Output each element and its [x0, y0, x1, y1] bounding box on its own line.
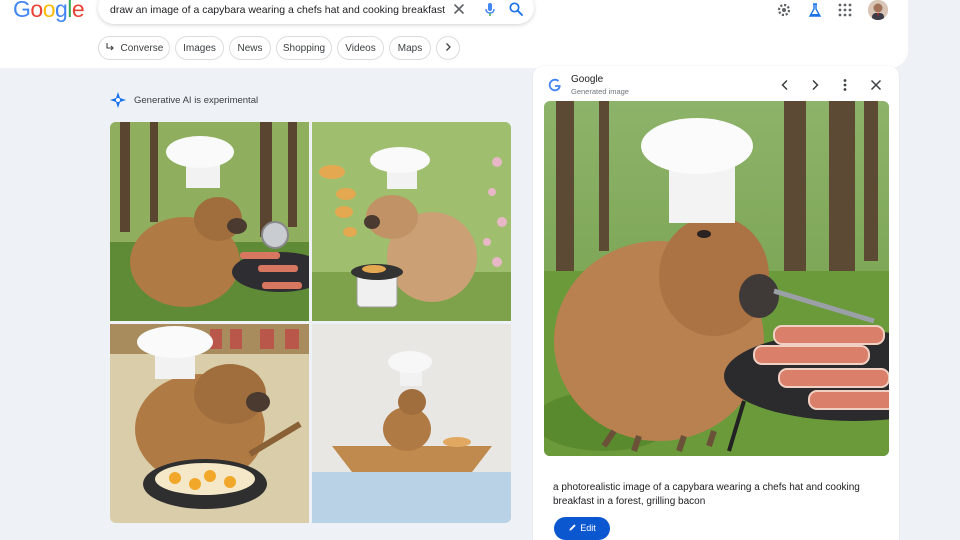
panel-subtitle: Generated image — [571, 87, 629, 96]
edit-button[interactable]: Edit — [554, 517, 610, 540]
chip-images[interactable]: Images — [175, 36, 224, 60]
chip-label: Maps — [397, 43, 423, 54]
microphone-icon[interactable] — [482, 1, 498, 17]
pencil-icon — [569, 524, 576, 531]
google-logo[interactable]: Google — [13, 0, 85, 23]
chip-label: Converse — [120, 43, 164, 54]
image-detail-panel: Google Generated image a photorealistic … — [533, 66, 899, 540]
previous-image-button[interactable] — [778, 78, 792, 92]
more-options-icon[interactable] — [838, 78, 852, 92]
settings-gear-icon[interactable] — [776, 2, 792, 18]
notice-text: Generative AI is experimental — [134, 95, 259, 106]
search-input[interactable]: draw an image of a capybara wearing a ch… — [110, 4, 445, 16]
chip-label: Videos — [345, 43, 376, 54]
chip-maps[interactable]: Maps — [389, 36, 431, 60]
chip-shopping[interactable]: Shopping — [276, 36, 332, 60]
chip-label: News — [237, 43, 263, 54]
labs-flask-icon[interactable] — [807, 2, 823, 18]
chip-label: Images — [183, 43, 216, 54]
chip-news[interactable]: News — [229, 36, 271, 60]
generated-images-grid — [110, 122, 511, 523]
chip-converse[interactable]: Converse — [98, 36, 170, 60]
gemini-sparkle-icon — [110, 92, 126, 108]
converse-arrow-icon — [106, 43, 114, 51]
next-image-button[interactable] — [808, 78, 822, 92]
image-tile-capybara-frying-eggs[interactable] — [110, 324, 309, 523]
close-icon[interactable] — [869, 78, 883, 92]
chip-videos[interactable]: Videos — [337, 36, 384, 60]
chevron-right-icon — [446, 43, 451, 51]
user-avatar[interactable] — [868, 0, 888, 20]
edit-button-label: Edit — [580, 523, 596, 533]
search-box[interactable]: draw an image of a capybara wearing a ch… — [98, 0, 534, 24]
image-tile-capybara-pancakes[interactable] — [312, 122, 511, 321]
clear-icon[interactable] — [451, 1, 467, 17]
google-g-icon — [548, 78, 561, 92]
search-icon[interactable] — [508, 1, 524, 17]
panel-source-title: Google — [571, 74, 604, 85]
selected-generated-image[interactable] — [544, 101, 889, 456]
top-bar: Google draw an image of a capybara weari… — [0, 0, 908, 68]
apps-grid-icon[interactable] — [837, 2, 853, 18]
chip-label: Shopping — [282, 43, 326, 54]
chips-next-button[interactable] — [436, 36, 460, 60]
image-caption: a photorealistic image of a capybara wea… — [553, 482, 860, 507]
image-tile-capybara-grilling[interactable] — [110, 122, 309, 321]
image-tile-capybara-boat[interactable] — [312, 324, 511, 523]
